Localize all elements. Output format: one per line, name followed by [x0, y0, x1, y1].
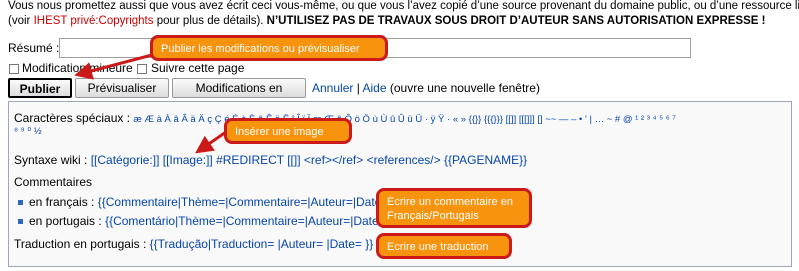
annotation-arrows [74, 53, 227, 154]
arrow-icon [195, 130, 227, 154]
arrow-icon [74, 53, 153, 80]
